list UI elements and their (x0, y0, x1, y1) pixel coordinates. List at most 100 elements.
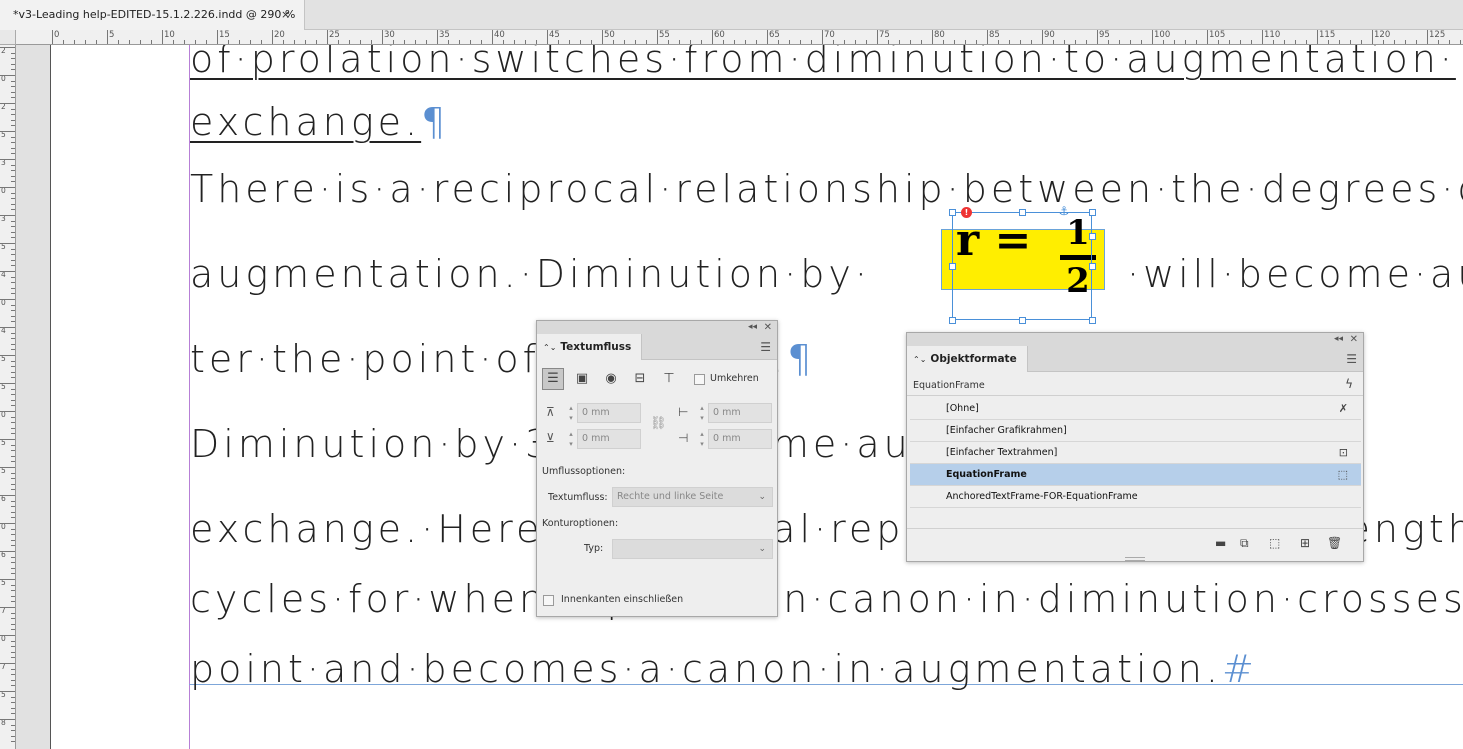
overset-warning-icon[interactable]: ! (961, 207, 972, 218)
list-item[interactable]: [Ohne] ✗ (910, 398, 1361, 420)
ruler-label: 35 (439, 30, 450, 40)
ruler-minor-tick (11, 254, 15, 256)
horizontal-ruler[interactable]: 0 5 10 15 20 25 30 35 40 45 50 55 60 65 70 75 80 85 90 95 10… (16, 30, 1463, 45)
ruler-minor-tick (11, 696, 15, 698)
text-line[interactable]: ·will·become·augmentation·by· (1127, 252, 1463, 296)
list-item[interactable]: EquationFrame ⬚ (910, 464, 1361, 486)
ruler-minor-tick (404, 40, 405, 44)
contour-type-select[interactable]: ⌄ (612, 539, 773, 559)
text-line[interactable]: exchange.¶ (190, 100, 449, 144)
ruler-minor-tick (11, 601, 15, 603)
ruler-minor-tick (11, 304, 15, 306)
ruler-label: 2 (1, 46, 6, 55)
left-offset-stepper[interactable]: ▴ ▾ (696, 403, 708, 423)
close-panel-icon[interactable]: ✕ (764, 321, 772, 334)
list-item[interactable]: [Einfacher Textrahmen] ⊡ (910, 442, 1361, 464)
selection-bounding-box[interactable] (952, 212, 1092, 320)
panel-menu-icon[interactable]: ☰ (1346, 353, 1357, 365)
vertical-ruler[interactable]: 2 0 2 5 3 0 3 5 4 0 4 5 5 0 5 5 6 0 6 5 7 0 7 5 8 (0, 45, 16, 749)
ruler-origin[interactable] (0, 30, 16, 45)
document-tab[interactable]: *v3-Leading help-EDITED-15.1.2.226.indd … (0, 0, 305, 30)
ruler-minor-tick (11, 366, 15, 368)
ruler-major-tick (0, 243, 15, 244)
resize-handle[interactable] (1089, 209, 1096, 216)
right-offset-stepper[interactable]: ▴ ▾ (696, 429, 708, 449)
ruler-label: 115 (1319, 30, 1336, 40)
left-offset-icon: ⊢ (678, 405, 689, 419)
ruler-minor-tick (11, 287, 15, 289)
resize-handle[interactable] (949, 263, 956, 270)
include-inside-edges-checkbox[interactable] (543, 595, 554, 606)
clear-attributes-icon[interactable]: ⬚ (1269, 536, 1280, 550)
resize-handle[interactable] (1019, 209, 1026, 216)
ruler-minor-tick (11, 724, 15, 726)
ruler-minor-tick (1075, 40, 1076, 44)
ruler-minor-tick (569, 40, 570, 44)
ruler-minor-tick (11, 147, 15, 149)
jump-object-button[interactable]: ⊟ (629, 368, 651, 390)
object-styles-panel: ◂◂ ✕ ⌃⌄ Objektformate ☰ EquationFrame ϟ [… (906, 332, 1364, 562)
list-item[interactable]: [Einfacher Grafikrahmen] (910, 420, 1361, 442)
invert-checkbox[interactable] (694, 374, 705, 385)
ruler-minor-tick (11, 405, 15, 407)
wrap-object-shape-button[interactable]: ◉ (600, 368, 622, 390)
ruler-minor-tick (1163, 40, 1164, 44)
ruler-minor-tick (11, 321, 15, 323)
resize-handle[interactable] (949, 317, 956, 324)
resize-handle[interactable] (1089, 317, 1096, 324)
ruler-major-tick (0, 355, 15, 356)
text-line[interactable]: of·prolation·switches·from·diminution·to… (190, 45, 1456, 81)
resize-handle[interactable] (1019, 317, 1026, 324)
anchor-icon[interactable]: ⚓ (1057, 204, 1071, 218)
ruler-major-tick (0, 467, 15, 468)
ruler-minor-tick (11, 136, 15, 138)
apply-style-icon[interactable]: ⧉ (1240, 536, 1249, 550)
ruler-minor-tick (11, 220, 15, 222)
tab-object-styles[interactable]: ⌃⌄ Objektformate (907, 346, 1028, 372)
no-wrap-button[interactable]: ☰ (542, 368, 564, 390)
link-offsets-icon[interactable]: ⛓ (650, 416, 667, 431)
list-item[interactable]: AnchoredTextFrame-FOR-EquationFrame (910, 486, 1361, 508)
text-line[interactable]: cycles·for·when·a·prolation·canon·in·dim… (190, 577, 1463, 621)
top-offset-field[interactable]: 0 mm (577, 403, 641, 423)
folder-icon[interactable]: ▬ (1215, 536, 1226, 550)
right-offset-field[interactable]: 0 mm (708, 429, 772, 449)
close-panel-icon[interactable]: ✕ (1350, 333, 1358, 346)
left-offset-field[interactable]: 0 mm (708, 403, 772, 423)
ruler-minor-tick (899, 40, 900, 44)
ruler-major-tick (492, 30, 493, 44)
ruler-minor-tick (393, 40, 394, 44)
ruler-minor-tick (11, 612, 15, 614)
ruler-major-tick (0, 691, 15, 692)
text-line-content: There·is·a·reciprocal·relationship·betwe… (190, 167, 1463, 211)
wrap-bounding-box-button[interactable]: ▣ (571, 368, 593, 390)
panel-menu-icon[interactable]: ☰ (760, 341, 771, 353)
ruler-minor-tick (11, 142, 15, 144)
collapse-panel-icon[interactable]: ◂◂ (1334, 333, 1343, 346)
wrap-to-select[interactable]: Rechte und linke Seite ⌄ (612, 487, 773, 507)
bottom-offset-field[interactable]: 0 mm (577, 429, 641, 449)
lightning-icon[interactable]: ϟ (1345, 377, 1353, 391)
text-line[interactable]: point·and·becomes·a·canon·in·augmentatio… (190, 647, 1258, 691)
style-name: [Einfacher Grafikrahmen] (946, 425, 1067, 436)
close-icon[interactable]: × (281, 0, 290, 30)
clear-overrides-icon[interactable]: ✗ (1339, 398, 1348, 420)
ruler-minor-tick (690, 40, 691, 44)
resize-handle[interactable] (1089, 233, 1096, 240)
ruler-label: 5 (1, 382, 6, 391)
resize-handle[interactable] (1089, 263, 1096, 270)
ruler-minor-tick (11, 315, 15, 317)
jump-to-next-column-button[interactable]: ⊤ (658, 368, 680, 390)
top-offset-stepper[interactable]: ▴ ▾ (565, 403, 577, 423)
ruler-major-tick (382, 30, 383, 44)
bottom-offset-stepper[interactable]: ▴ ▾ (565, 429, 577, 449)
text-line[interactable]: augmentation.·Diminution·by· (190, 252, 871, 296)
resize-grip[interactable] (1125, 557, 1145, 561)
new-style-icon[interactable]: ⊞ (1300, 536, 1310, 550)
ruler-minor-tick (591, 40, 592, 44)
resize-handle[interactable] (949, 209, 956, 216)
trash-icon[interactable]: 🗑 (1327, 536, 1342, 550)
text-line[interactable]: There·is·a·reciprocal·relationship·betwe… (190, 167, 1463, 211)
tab-text-wrap[interactable]: ⌃⌄ Textumfluss (537, 334, 643, 360)
collapse-panel-icon[interactable]: ◂◂ (748, 321, 757, 334)
